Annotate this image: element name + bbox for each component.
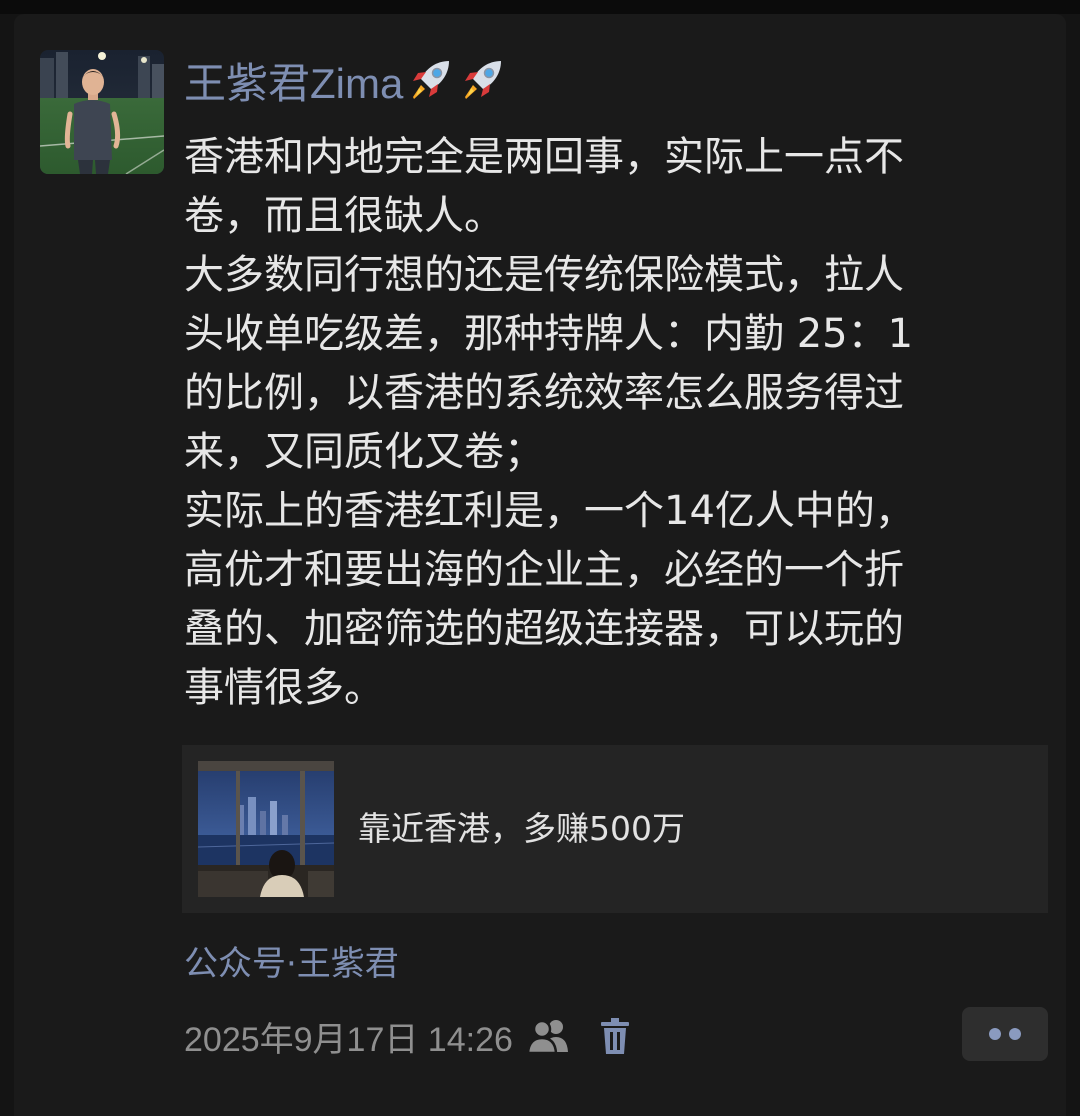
article-title: 靠近香港，多赚500万 [358,809,685,848]
post-line: 实际上的香港红利是，一个14亿人中的， [184,488,915,534]
author-name-text: 王紫君Zima [184,59,404,107]
post-line: 头收单吃级差，那种持牌人：内勤 25：1 [184,311,914,357]
post-line: 香港和内地完全是两回事，实际上一点不 [184,134,904,180]
top-edge [0,0,1080,14]
post-line: 卷，而且很缺人。 [184,193,504,239]
more-actions-button[interactable] [962,1007,1048,1061]
post-line: 来，又同质化又卷； [184,429,544,475]
more-dots-icon [989,1028,1001,1040]
source-link[interactable]: 公众号·王紫君 [184,936,399,992]
trash-icon[interactable] [599,1016,631,1056]
article-thumbnail [198,761,334,897]
post-timestamp: 2025年9月17日 14:26 [184,1020,513,1059]
post-line: 叠的、加密筛选的超级连接器，可以玩的 [184,606,904,652]
post-text: 香港和内地完全是两回事，实际上一点不 卷，而且很缺人。 大多数同行想的还是传统保… [184,128,1024,718]
shared-article-card[interactable]: 靠近香港，多赚500万 [182,745,1048,913]
rocket-icon [413,61,450,99]
friends-visibility-icon [526,1019,568,1055]
post-line: 事情很多。 [184,665,384,711]
post-line: 大多数同行想的还是传统保险模式，拉人 [184,252,904,298]
more-dots-icon [1009,1028,1021,1040]
post-meta: 2025年9月17日 14:26 [184,1008,631,1064]
post-line: 的比例，以香港的系统效率怎么服务得过 [184,370,904,416]
rocket-icon [465,61,502,99]
post-line: 高优才和要出海的企业主，必经的一个折 [184,547,904,593]
avatar[interactable] [40,50,164,174]
author-name[interactable]: 王紫君Zima [184,52,507,108]
